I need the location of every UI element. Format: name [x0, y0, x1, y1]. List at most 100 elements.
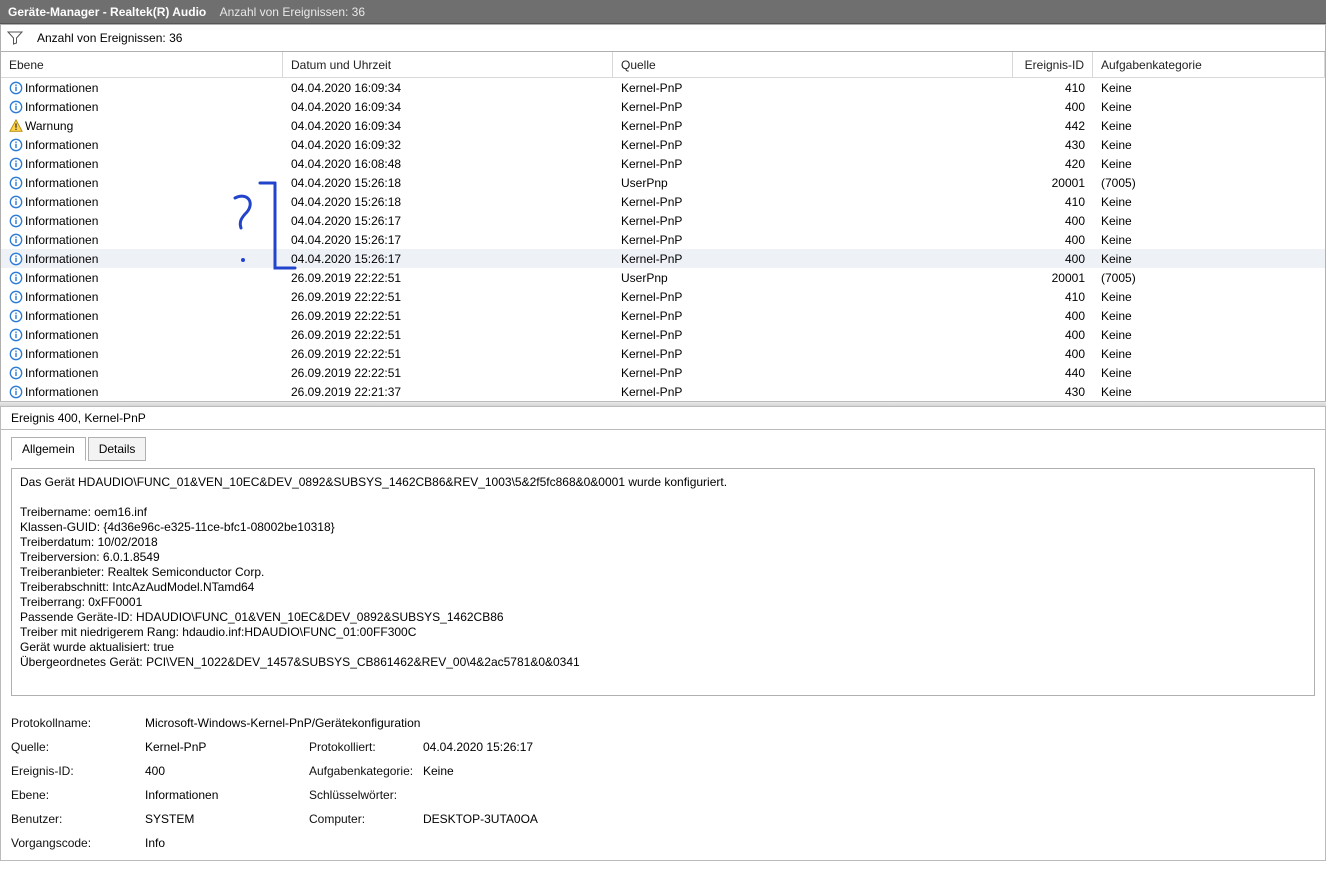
- lbl-logged: Protokolliert:: [309, 740, 419, 754]
- filter-toolbar: Anzahl von Ereignissen: 36: [0, 24, 1326, 52]
- cell-id: 400: [1013, 233, 1093, 247]
- lbl-user: Benutzer:: [11, 812, 141, 826]
- col-source[interactable]: Quelle: [613, 52, 1013, 77]
- cell-category: Keine: [1093, 214, 1325, 228]
- table-row[interactable]: Informationen04.04.2020 15:26:18Kernel-P…: [1, 192, 1325, 211]
- cell-category: Keine: [1093, 233, 1325, 247]
- info-icon: [9, 100, 23, 114]
- event-count-text: Anzahl von Ereignissen: 36: [37, 31, 182, 45]
- col-id[interactable]: Ereignis-ID: [1013, 52, 1093, 77]
- info-icon: [9, 347, 23, 361]
- table-row[interactable]: Warnung04.04.2020 16:09:34Kernel-PnP442K…: [1, 116, 1325, 135]
- table-row[interactable]: Informationen04.04.2020 15:26:17Kernel-P…: [1, 230, 1325, 249]
- table-row[interactable]: Informationen04.04.2020 16:09:32Kernel-P…: [1, 135, 1325, 154]
- info-icon: [9, 176, 23, 190]
- cell-date: 26.09.2019 22:22:51: [283, 271, 613, 285]
- table-row[interactable]: Informationen26.09.2019 22:22:51Kernel-P…: [1, 344, 1325, 363]
- cell-level: Informationen: [25, 233, 98, 247]
- cell-level: Informationen: [25, 328, 98, 342]
- cell-level: Informationen: [25, 138, 98, 152]
- cell-level: Informationen: [25, 385, 98, 399]
- cell-level: Informationen: [25, 290, 98, 304]
- cell-id: 442: [1013, 119, 1093, 133]
- cell-date: 04.04.2020 16:09:32: [283, 138, 613, 152]
- cell-category: Keine: [1093, 157, 1325, 171]
- cell-category: (7005): [1093, 271, 1325, 285]
- table-row[interactable]: Informationen26.09.2019 22:21:37Kernel-P…: [1, 382, 1325, 401]
- cell-level: Informationen: [25, 366, 98, 380]
- cell-source: Kernel-PnP: [613, 290, 1013, 304]
- table-row[interactable]: Informationen04.04.2020 15:26:17Kernel-P…: [1, 211, 1325, 230]
- cell-id: 20001: [1013, 176, 1093, 190]
- col-date[interactable]: Datum und Uhrzeit: [283, 52, 613, 77]
- cell-source: Kernel-PnP: [613, 157, 1013, 171]
- val-source: Kernel-PnP: [145, 740, 305, 754]
- cell-category: Keine: [1093, 138, 1325, 152]
- table-row[interactable]: Informationen04.04.2020 16:09:34Kernel-P…: [1, 78, 1325, 97]
- cell-id: 410: [1013, 81, 1093, 95]
- info-icon: [9, 385, 23, 399]
- cell-category: Keine: [1093, 366, 1325, 380]
- cell-level: Informationen: [25, 271, 98, 285]
- table-row[interactable]: Informationen 26.09.2019 22:22:51Kernel-P…: [1, 325, 1325, 344]
- table-row[interactable]: Informationen04.04.2020 16:09:34Kernel-P…: [1, 97, 1325, 116]
- cell-id: 410: [1013, 195, 1093, 209]
- window-title: Geräte-Manager - Realtek(R) Audio: [8, 5, 206, 19]
- cell-category: Keine: [1093, 100, 1325, 114]
- info-icon: [9, 290, 23, 304]
- cell-id: 400: [1013, 252, 1093, 266]
- val-eventid: 400: [145, 764, 305, 778]
- cell-level: Informationen: [25, 81, 98, 95]
- val-taskcat: Keine: [423, 764, 823, 778]
- val-logged: 04.04.2020 15:26:17: [423, 740, 823, 754]
- info-icon: [9, 328, 23, 342]
- detail-text[interactable]: Das Gerät HDAUDIO\FUNC_01&VEN_10EC&DEV_0…: [11, 468, 1315, 696]
- table-row[interactable]: Informationen04.04.2020 16:08:48Kernel-P…: [1, 154, 1325, 173]
- table-row[interactable]: Informationen 26.09.2019 22:22:51Kernel-P…: [1, 287, 1325, 306]
- table-row[interactable]: Informationen26.09.2019 22:22:51Kernel-P…: [1, 363, 1325, 382]
- table-row[interactable]: Informationen04.04.2020 15:26:18UserPnp2…: [1, 173, 1325, 192]
- lbl-opcode: Vorgangscode:: [11, 836, 141, 850]
- cell-id: 430: [1013, 138, 1093, 152]
- cell-level: Informationen: [25, 347, 98, 361]
- lbl-logname: Protokollname:: [11, 716, 141, 730]
- info-icon: [9, 157, 23, 171]
- cell-date: 04.04.2020 16:09:34: [283, 100, 613, 114]
- cell-source: Kernel-PnP: [613, 214, 1013, 228]
- table-row[interactable]: Informationen04.04.2020 15:26:17Kernel-P…: [1, 249, 1325, 268]
- cell-category: Keine: [1093, 309, 1325, 323]
- cell-date: 04.04.2020 15:26:17: [283, 252, 613, 266]
- cell-date: 04.04.2020 15:26:17: [283, 233, 613, 247]
- tab-details[interactable]: Details: [88, 437, 147, 461]
- cell-category: Keine: [1093, 81, 1325, 95]
- cell-date: 26.09.2019 22:22:51: [283, 347, 613, 361]
- info-icon: [9, 271, 23, 285]
- lbl-source: Quelle:: [11, 740, 141, 754]
- cell-source: Kernel-PnP: [613, 328, 1013, 342]
- cell-level: Informationen: [25, 214, 98, 228]
- val-opcode: Info: [145, 836, 305, 850]
- cell-source: Kernel-PnP: [613, 252, 1013, 266]
- cell-date: 26.09.2019 22:22:51: [283, 290, 613, 304]
- cell-level: Informationen: [25, 195, 98, 209]
- table-header: Ebene Datum und Uhrzeit Quelle Ereignis-…: [1, 52, 1325, 78]
- col-level[interactable]: Ebene: [1, 52, 283, 77]
- lbl-eventid: Ereignis-ID:: [11, 764, 141, 778]
- cell-category: (7005): [1093, 176, 1325, 190]
- cell-id: 440: [1013, 366, 1093, 380]
- cell-level: Informationen: [25, 309, 98, 323]
- cell-source: Kernel-PnP: [613, 100, 1013, 114]
- cell-source: Kernel-PnP: [613, 385, 1013, 399]
- tab-general[interactable]: Allgemein: [11, 437, 86, 461]
- table-row[interactable]: Informationen26.09.2019 22:22:51UserPnp2…: [1, 268, 1325, 287]
- cell-date: 26.09.2019 22:22:51: [283, 328, 613, 342]
- cell-date: 04.04.2020 16:09:34: [283, 119, 613, 133]
- detail-tabs: Allgemein Details: [0, 430, 1326, 460]
- table-row[interactable]: Informationen26.09.2019 22:22:51Kernel-P…: [1, 306, 1325, 325]
- cell-date: 04.04.2020 16:08:48: [283, 157, 613, 171]
- cell-id: 430: [1013, 385, 1093, 399]
- info-icon: [9, 81, 23, 95]
- filter-icon[interactable]: [7, 30, 23, 46]
- cell-date: 04.04.2020 15:26:18: [283, 195, 613, 209]
- col-cat[interactable]: Aufgabenkategorie: [1093, 52, 1325, 77]
